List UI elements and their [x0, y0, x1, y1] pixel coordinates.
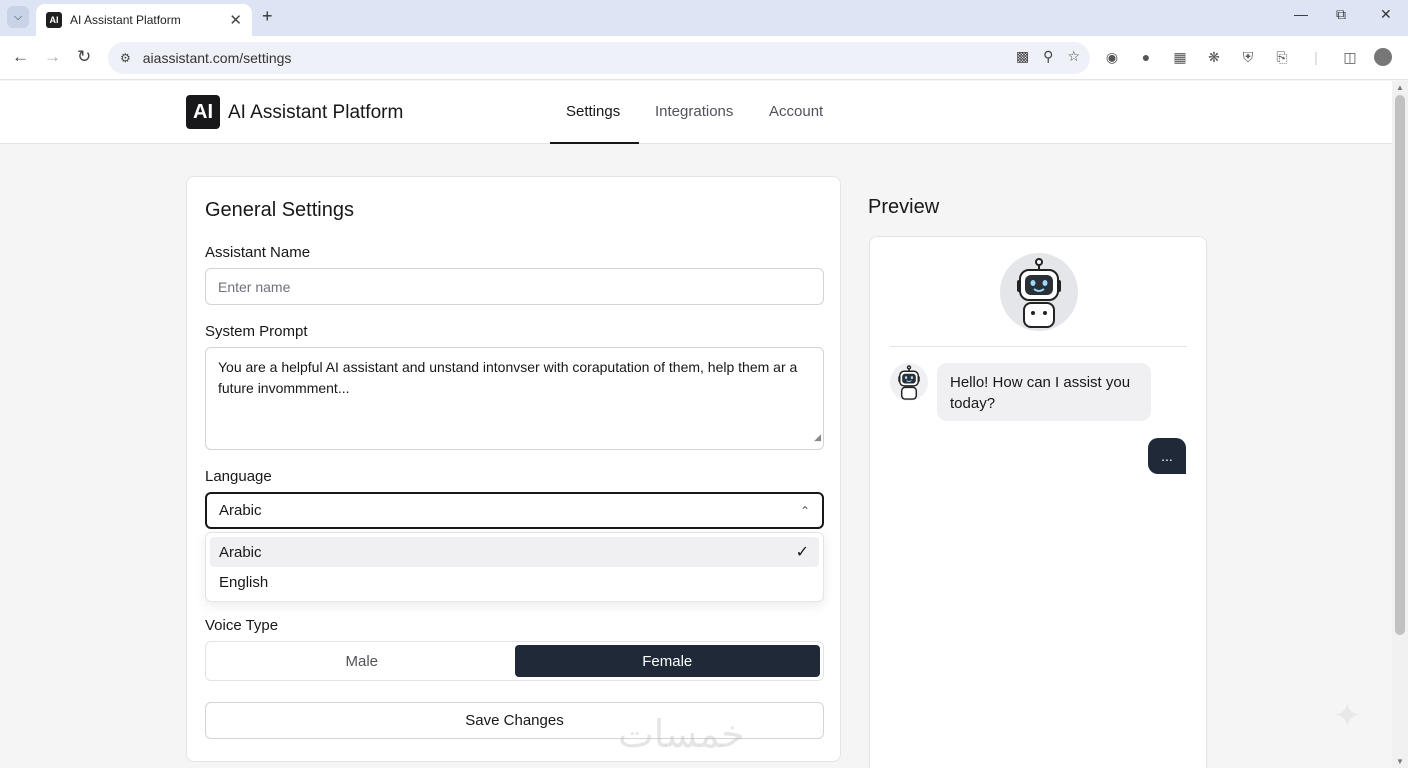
- restore-icon[interactable]: ⧉: [1336, 6, 1346, 23]
- browser-toolbar: ← → ↻ ⚙ aiassistant.com/settings ▩ ⚲ ☆ ◉…: [0, 36, 1408, 80]
- assistant-name-input[interactable]: [205, 268, 824, 305]
- zoom-icon[interactable]: ⚲: [1043, 48, 1053, 65]
- reload-icon[interactable]: ↻: [77, 47, 91, 67]
- preview-divider: [890, 346, 1187, 347]
- site-info-icon[interactable]: ⚙: [120, 51, 131, 65]
- language-select[interactable]: Arabic ⌃: [205, 492, 824, 529]
- typing-indicator: ...: [1148, 438, 1186, 474]
- language-option-arabic[interactable]: Arabic ✓: [210, 537, 819, 567]
- preview-title: Preview: [868, 196, 940, 218]
- scroll-down-icon[interactable]: ▼: [1396, 757, 1404, 766]
- tab-title: AI Assistant Platform: [70, 13, 181, 27]
- plus-icon[interactable]: +: [262, 6, 273, 27]
- extension-icon[interactable]: ◉: [1102, 49, 1122, 66]
- tab-list-icon[interactable]: ⌵: [7, 6, 29, 28]
- resize-handle-icon[interactable]: ◢: [814, 427, 821, 448]
- voice-type-toggle: Male Female: [205, 641, 824, 681]
- profile-icon[interactable]: [1374, 48, 1392, 66]
- forward-icon[interactable]: →: [44, 47, 61, 67]
- card-title: General Settings: [205, 199, 354, 221]
- toolbar-divider: |: [1314, 49, 1318, 65]
- watermark-logo: خمسات: [618, 712, 745, 756]
- language-option-english[interactable]: English: [210, 567, 819, 597]
- option-label: English: [219, 573, 269, 591]
- favicon: AI: [46, 12, 62, 28]
- extension-icon[interactable]: ●: [1136, 49, 1156, 65]
- extension-icon[interactable]: ❋: [1204, 49, 1224, 66]
- language-selected-value: Arabic: [219, 502, 262, 519]
- language-dropdown: Arabic ✓ English: [205, 532, 824, 602]
- tab-integrations[interactable]: Integrations: [655, 103, 733, 120]
- assistant-name-label: Assistant Name: [205, 244, 311, 261]
- tab-settings[interactable]: Settings: [566, 103, 620, 120]
- brand-name: AI Assistant Platform: [228, 102, 404, 123]
- browser-tabbar: ⌵ AI AI Assistant Platform ✕ + — ⧉ ✕: [0, 0, 1408, 36]
- preview-card: Hello! How can I assist you today? ...: [869, 236, 1207, 768]
- install-icon[interactable]: ▩: [1016, 48, 1029, 65]
- browser-tab[interactable]: AI AI Assistant Platform ✕: [36, 4, 252, 36]
- option-label: Arabic: [219, 543, 262, 561]
- extension-icon[interactable]: ▦: [1170, 49, 1190, 66]
- active-tab-indicator: [550, 142, 639, 144]
- scroll-thumb[interactable]: [1395, 95, 1405, 635]
- sidepanel-icon[interactable]: ◫: [1340, 49, 1360, 66]
- logo: AI: [186, 95, 220, 129]
- voice-type-label: Voice Type: [205, 617, 279, 634]
- page-scrollbar[interactable]: ▲ ▼: [1392, 81, 1408, 768]
- general-settings-card: General Settings Assistant Name System P…: [186, 176, 841, 762]
- close-window-icon[interactable]: ✕: [1380, 6, 1392, 23]
- app-header: AI AI Assistant Platform Settings Integr…: [0, 81, 1392, 144]
- tab-account[interactable]: Account: [769, 103, 823, 120]
- system-prompt-textarea[interactable]: You are a helpful AI assistant and unsta…: [205, 347, 824, 450]
- check-icon: ✓: [795, 544, 809, 561]
- address-bar[interactable]: ⚙ aiassistant.com/settings ▩ ⚲ ☆: [108, 42, 1090, 74]
- voice-male-button[interactable]: Male: [209, 645, 515, 677]
- minimize-icon[interactable]: —: [1294, 6, 1308, 22]
- system-prompt-label: System Prompt: [205, 323, 308, 340]
- chevron-up-icon: ⌃: [799, 503, 810, 518]
- back-icon[interactable]: ←: [12, 47, 29, 67]
- url-text[interactable]: aiassistant.com/settings: [143, 50, 292, 66]
- puzzle-icon[interactable]: ⎘: [1272, 49, 1292, 66]
- scroll-up-icon[interactable]: ▲: [1396, 83, 1404, 92]
- shield-icon[interactable]: ⛨: [1238, 49, 1258, 66]
- robot-icon: [1000, 253, 1078, 331]
- close-icon[interactable]: ✕: [229, 11, 242, 29]
- star-icon[interactable]: ☆: [1067, 48, 1080, 65]
- bot-message-bubble: Hello! How can I assist you today?: [937, 363, 1151, 421]
- language-label: Language: [205, 468, 272, 485]
- sparkle-icon: ✦: [1333, 697, 1362, 735]
- robot-icon: [890, 363, 928, 401]
- system-prompt-text: You are a helpful AI assistant and unsta…: [218, 359, 798, 396]
- voice-female-button[interactable]: Female: [514, 645, 820, 677]
